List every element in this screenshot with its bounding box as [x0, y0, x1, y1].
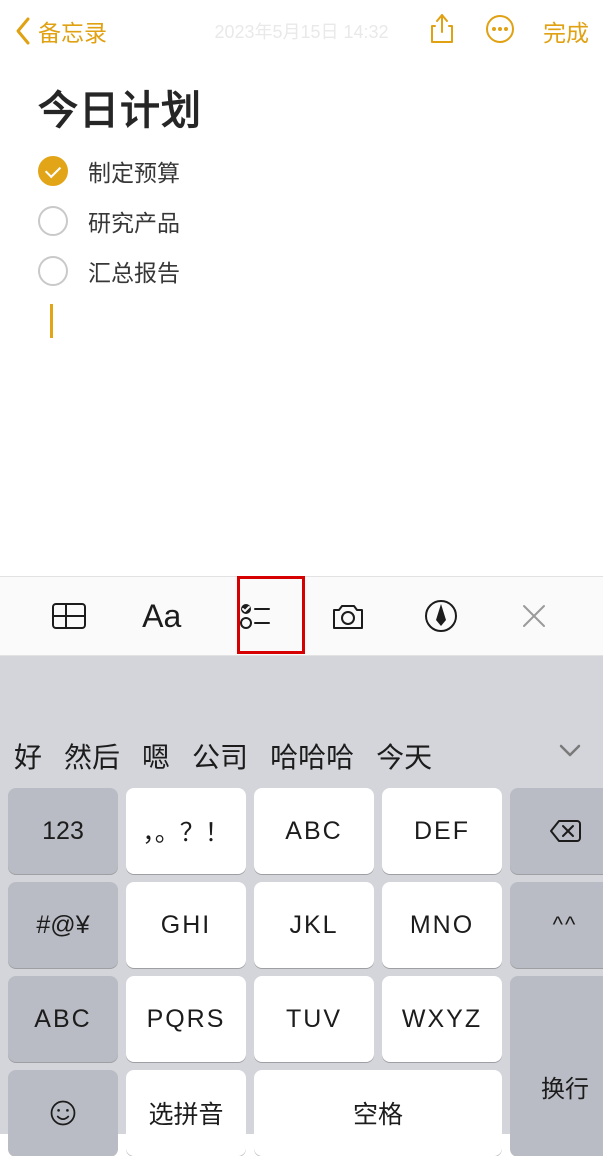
markup-pen-icon — [421, 596, 461, 636]
key-abc[interactable]: ABC — [254, 788, 374, 874]
table-icon — [49, 596, 89, 636]
checklist-row[interactable]: 制定预算 — [38, 154, 565, 188]
key-wxyz[interactable]: WXYZ — [382, 976, 502, 1062]
checklist-button[interactable] — [233, 594, 277, 638]
candidate[interactable]: 好 — [14, 736, 42, 776]
key-tuv[interactable]: TUV — [254, 976, 374, 1062]
camera-icon — [328, 596, 368, 636]
checklist-checkbox[interactable] — [38, 206, 68, 236]
checklist-row[interactable]: 研究产品 — [38, 204, 565, 238]
expand-candidates-button[interactable] — [557, 737, 583, 770]
back-label: 备忘录 — [38, 14, 107, 48]
chevron-down-icon — [557, 737, 583, 763]
note-title[interactable]: 今日计划 — [38, 78, 565, 136]
key-emoticon[interactable]: ^^ — [510, 882, 603, 968]
more-button[interactable] — [485, 13, 515, 50]
checklist-text[interactable]: 制定预算 — [88, 154, 180, 188]
markup-button[interactable] — [419, 594, 463, 638]
candidate[interactable]: 然后 — [64, 736, 120, 776]
key-space[interactable]: 空格 — [254, 1070, 502, 1156]
dismiss-keyboard-button[interactable] — [512, 594, 556, 638]
share-button[interactable] — [427, 13, 457, 50]
candidate-row: 好 然后 嗯 公司 哈哈哈 今天 — [0, 656, 603, 788]
key-mno[interactable]: MNO — [382, 882, 502, 968]
key-grid: 123 ，。？！ ABC DEF #@¥ GHI JKL MNO ^^ ABC … — [0, 788, 603, 1156]
text-style-button[interactable]: Aa — [140, 594, 184, 638]
done-button[interactable]: 完成 — [543, 14, 589, 48]
note-body[interactable]: 今日计划 制定预算 研究产品 汇总报告 — [0, 62, 603, 338]
key-emoji[interactable] — [8, 1070, 118, 1156]
camera-button[interactable] — [326, 594, 370, 638]
ellipsis-circle-icon — [485, 13, 515, 45]
checklist-checkbox[interactable] — [38, 156, 68, 186]
nav-bar: 备忘录 2023年5月15日 14:32 完成 — [0, 0, 603, 62]
key-return[interactable]: 换行 — [510, 976, 603, 1156]
chevron-left-icon — [14, 16, 32, 46]
key-pqrs[interactable]: PQRS — [126, 976, 246, 1062]
key-123[interactable]: 123 — [8, 788, 118, 874]
key-abc-mode[interactable]: ABC — [8, 976, 118, 1062]
key-select-pinyin[interactable]: 选拼音 — [126, 1070, 246, 1156]
checklist-row[interactable]: 汇总报告 — [38, 254, 565, 288]
checklist-text[interactable]: 研究产品 — [88, 204, 180, 238]
checklist-text[interactable]: 汇总报告 — [88, 254, 180, 288]
text-cursor — [50, 304, 53, 338]
checklist-icon — [235, 596, 275, 636]
key-ghi[interactable]: GHI — [126, 882, 246, 968]
emoji-icon — [46, 1098, 80, 1128]
format-toolbar: Aa — [0, 576, 603, 656]
emoticon-label: ^^ — [553, 912, 578, 938]
checklist-checkbox[interactable] — [38, 256, 68, 286]
back-button[interactable]: 备忘录 — [14, 14, 107, 48]
key-punct[interactable]: ，。？！ — [126, 788, 246, 874]
key-jkl[interactable]: JKL — [254, 882, 374, 968]
candidate[interactable]: 今天 — [376, 736, 432, 776]
backspace-icon — [548, 816, 582, 846]
close-icon — [514, 596, 554, 636]
key-symbols[interactable]: #@¥ — [8, 882, 118, 968]
candidate[interactable]: 哈哈哈 — [270, 736, 354, 776]
share-icon — [427, 13, 457, 45]
key-def[interactable]: DEF — [382, 788, 502, 874]
candidate[interactable]: 公司 — [192, 736, 248, 776]
keyboard: 好 然后 嗯 公司 哈哈哈 今天 123 ，。？！ ABC DEF #@¥ GH… — [0, 656, 603, 1134]
candidate[interactable]: 嗯 — [142, 736, 170, 776]
key-backspace[interactable] — [510, 788, 603, 874]
table-button[interactable] — [47, 594, 91, 638]
